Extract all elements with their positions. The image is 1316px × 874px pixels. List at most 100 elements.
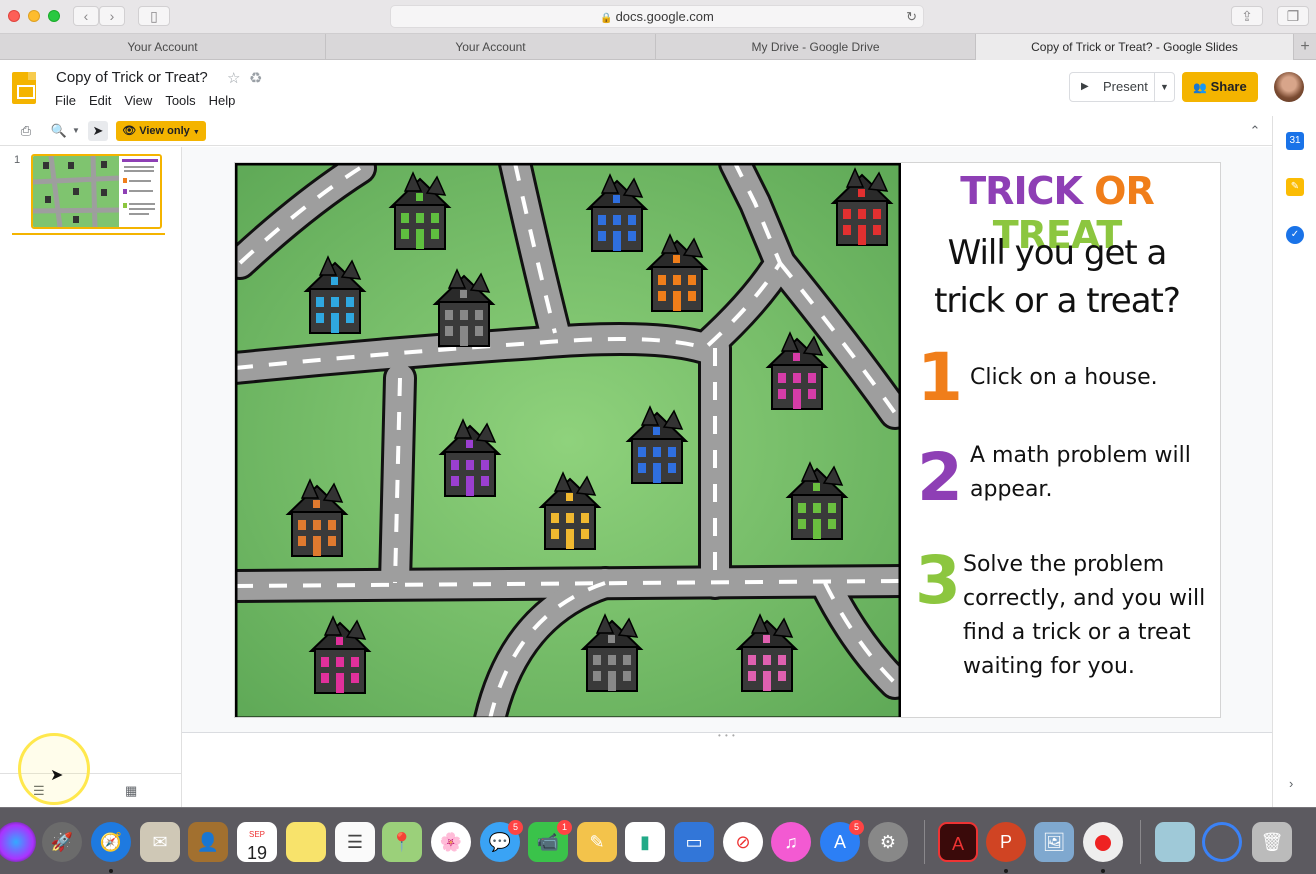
reminders-icon[interactable]: ☰ (335, 822, 375, 862)
step-1-text: Click on a house. (970, 361, 1158, 395)
present-dropdown-icon[interactable]: ▼ (1154, 73, 1174, 101)
haunted-house-11[interactable] (780, 461, 854, 541)
slide-question: Will you get a trick or a treat? (909, 229, 1205, 325)
menu-tools[interactable]: Tools (165, 93, 195, 108)
tab-your-account-2[interactable]: Your Account (326, 34, 656, 60)
avatar[interactable] (1274, 72, 1304, 102)
close-window-button[interactable] (8, 10, 20, 22)
grid-view-icon[interactable]: ▦ (125, 783, 137, 799)
calendar-day: 19 (246, 843, 268, 863)
contacts-icon[interactable]: 👤 (188, 822, 228, 862)
notes-resize-handle[interactable]: • • • (718, 731, 736, 740)
share-icon: ⇪ (1241, 8, 1253, 24)
haunted-house-6[interactable] (640, 233, 714, 313)
view-only-button[interactable]: 👁 View only ▼ (116, 121, 206, 141)
keynote-icon[interactable]: ▭ (674, 822, 714, 862)
slides-logo-icon[interactable] (12, 72, 36, 104)
haunted-house-3[interactable] (825, 167, 899, 247)
share-page-button[interactable]: ⇪ (1231, 6, 1263, 26)
zoom-dropdown-icon[interactable]: ▼ (70, 121, 82, 141)
select-pointer-icon[interactable]: ➤ (88, 121, 108, 141)
notes-app-icon[interactable] (286, 822, 326, 862)
macos-dock: 🚀 🧭 ✉ 👤 SEP 19 ☰ 📍 🌸 💬 5 📹 1 ✎ ▮ ▭ ⊘ ♫ A… (0, 807, 1316, 874)
filmstrip-panel: 1 ☰ ▦ (0, 147, 182, 807)
back-button[interactable]: ‹ (73, 6, 99, 26)
document-title[interactable]: Copy of Trick or Treat? (56, 69, 208, 86)
address-bar[interactable]: 🔒 docs.google.com ↻ (390, 5, 924, 28)
eye-icon: 👁 (122, 125, 137, 137)
launchpad-icon[interactable]: 🚀 (42, 822, 82, 862)
share-button[interactable]: 👥 Share (1182, 72, 1258, 102)
new-tab-button[interactable]: + (1294, 34, 1316, 60)
preview-icon[interactable]: 🖼 (1034, 822, 1074, 862)
reload-icon[interactable]: ↻ (906, 6, 917, 27)
pages-icon[interactable]: ✎ (577, 822, 617, 862)
tab-label: Copy of Trick or Treat? - Google Slides (1031, 40, 1238, 54)
haunted-house-5[interactable] (427, 268, 501, 348)
calendar-app-icon[interactable]: SEP 19 (237, 822, 277, 863)
step-2-number: 2 (917, 439, 963, 516)
numbers-icon[interactable]: ▮ (625, 822, 665, 862)
collapse-toolbar-icon[interactable]: ⌃ (1246, 121, 1264, 141)
photos-icon[interactable]: 🌸 (431, 822, 471, 862)
calendar-icon[interactable]: 31 (1286, 132, 1304, 150)
news-icon[interactable]: ⊘ (723, 822, 763, 862)
tab-my-drive[interactable]: My Drive - Google Drive (656, 34, 976, 60)
move-to-drive-icon[interactable]: ♻ (249, 69, 262, 87)
haunted-house-12[interactable] (280, 478, 354, 558)
zoom-window-button[interactable] (48, 10, 60, 22)
forward-button[interactable]: › (99, 6, 125, 26)
keep-icon[interactable]: ✎ (1286, 178, 1304, 196)
sidebar-toggle-button[interactable]: ▯ (138, 6, 170, 26)
powerpoint-icon[interactable]: P (986, 822, 1026, 862)
tasks-icon[interactable]: ✓ (1286, 226, 1304, 244)
view-only-label: View only (139, 125, 190, 137)
title-word-trick: TRICK (960, 169, 1083, 213)
step-3-line-1: Solve the problem (963, 552, 1165, 577)
minimize-window-button[interactable] (28, 10, 40, 22)
menu-help[interactable]: Help (209, 93, 236, 108)
print-icon[interactable]: ⎙ (16, 121, 36, 141)
haunted-house-14[interactable] (575, 613, 649, 693)
loading-circle-icon[interactable] (1202, 822, 1242, 862)
menu-edit[interactable]: Edit (89, 93, 111, 108)
tab-label: My Drive - Google Drive (751, 40, 880, 54)
messages-badge: 5 (508, 820, 523, 835)
maps-icon[interactable]: 📍 (382, 822, 422, 862)
siri-icon[interactable] (0, 822, 36, 862)
speaker-notes[interactable] (182, 732, 1272, 807)
haunted-house-4[interactable] (298, 255, 372, 335)
acrobat-icon[interactable]: A (938, 822, 978, 862)
expand-panel-icon[interactable]: › (1289, 776, 1293, 791)
system-preferences-icon[interactable]: ⚙ (868, 822, 908, 862)
step-2-line-2: appear. (970, 477, 1053, 502)
haunted-house-13[interactable] (303, 615, 377, 695)
trash-icon[interactable]: 🗑 (1252, 822, 1292, 862)
mail-icon[interactable]: ✉ (140, 822, 180, 862)
menu-view[interactable]: View (124, 93, 152, 108)
tab-overview-button[interactable]: ❐ (1277, 6, 1309, 26)
star-icon[interactable]: ☆ (227, 69, 240, 87)
zoom-icon[interactable]: 🔍 (50, 121, 68, 141)
step-1-line-1: Click on a house. (970, 365, 1158, 390)
dock-separator (924, 820, 925, 864)
screen-record-icon[interactable] (1083, 822, 1123, 862)
title-word-or: OR (1094, 169, 1155, 213)
downloads-folder-icon[interactable] (1155, 822, 1195, 862)
tab-google-slides[interactable]: Copy of Trick or Treat? - Google Slides (976, 34, 1294, 60)
present-button[interactable]: ▶ Present ▼ (1069, 72, 1175, 102)
screen: ‹ › ▯ 🔒 docs.google.com ↻ ⇪ ❐ Your Accoun… (0, 0, 1316, 874)
safari-icon[interactable]: 🧭 (91, 822, 131, 862)
haunted-house-9[interactable] (620, 405, 694, 485)
menu-file[interactable]: File (55, 93, 76, 108)
step-1-number: 1 (917, 339, 963, 416)
haunted-house-7[interactable] (760, 331, 834, 411)
haunted-house-10[interactable] (533, 471, 607, 551)
slide-thumbnail[interactable] (31, 154, 162, 229)
haunted-house-8[interactable] (433, 418, 507, 498)
tab-your-account-1[interactable]: Your Account (0, 34, 326, 60)
present-label: Present (1103, 79, 1148, 94)
haunted-house-15[interactable] (730, 613, 804, 693)
haunted-house-1[interactable] (383, 171, 457, 251)
music-icon[interactable]: ♫ (771, 822, 811, 862)
